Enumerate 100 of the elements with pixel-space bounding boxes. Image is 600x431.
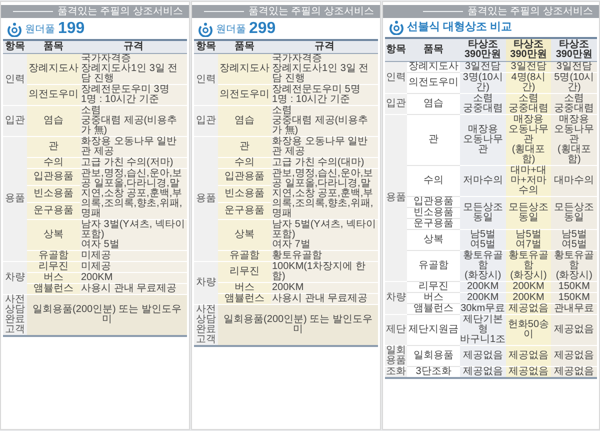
category-cell: 인력 xyxy=(194,54,218,106)
value-cell: 황토유골함 (화장시) xyxy=(506,250,552,282)
column-header: 항목 xyxy=(385,38,407,62)
category-cell: 입관 xyxy=(385,94,407,114)
value-cell: 소렴 궁중대렴 xyxy=(460,94,506,114)
value-cell: 모든상조 동일 xyxy=(506,196,552,230)
value-cell: 관내무료 xyxy=(551,304,597,314)
spec-cell: 소렴 궁중대렴 제공(비용추가 無) xyxy=(80,106,187,136)
item-cell: 염습 xyxy=(27,106,80,136)
column-header: 품목 xyxy=(27,40,80,54)
spec-cell: 소렴 궁중대렴 제공(비용추가 無) xyxy=(271,106,378,136)
value-cell: 매장용 오동나무관 (횡대포함) xyxy=(506,114,552,166)
category-cell: 차량 xyxy=(194,262,218,304)
item-cell: 리무진 xyxy=(218,262,271,282)
value-cell: 150KM xyxy=(551,282,597,292)
category-cell: 차량 xyxy=(385,282,407,314)
value-cell: 남5벌 여5벌 xyxy=(460,230,506,250)
category-cell: 용품 xyxy=(194,136,218,262)
brand-name: 원더풀 xyxy=(25,23,55,37)
page-title: 선불식 대형상조 비교 xyxy=(407,20,512,35)
category-cell: 용품 xyxy=(3,136,27,262)
value-cell: 남5벌 여7벌 xyxy=(506,230,552,250)
value-cell: 제공없음 xyxy=(551,346,597,366)
item-cell: 장례지도사 xyxy=(407,62,460,72)
item-cell: 장례지도사 xyxy=(27,54,80,84)
item-cell: 앰뷸런스 xyxy=(27,284,80,294)
value-cell: 30km무료 xyxy=(460,304,506,314)
spec-cell: 장례전문도우미 3명 1명 : 10시간 기준 xyxy=(80,84,187,106)
value-cell: 200KM xyxy=(460,282,506,292)
value-cell: 제공없음 xyxy=(460,346,506,366)
value-cell: 모든상조 동일 xyxy=(551,196,597,230)
value-cell: 3일전담 xyxy=(506,62,552,72)
spec-cell: 장례전문도우미 5명 1명 : 10시간 기준 xyxy=(271,84,378,106)
value-cell: 제공없음 xyxy=(506,346,552,366)
item-cell: 리무진 xyxy=(27,262,80,272)
item-cell: 제단지원금 xyxy=(407,314,460,346)
category-cell: 일회용품 xyxy=(385,346,407,366)
value-cell: 헌화50송이 xyxy=(506,314,552,346)
item-cell: 상복 xyxy=(407,230,460,250)
spec-cell: 화장용 오동나무 일반관 제공 xyxy=(80,136,187,158)
logo-icon xyxy=(389,20,404,35)
item-cell: 수의 xyxy=(218,158,271,168)
spec-cell: 일회용품(200인분) 또는 발인도우미 xyxy=(218,304,378,346)
value-cell: 소렴 궁중대렴 xyxy=(506,94,552,114)
spec-cell: 관보,명정,습신,운아,보공 일포올,다라니경,말지연,소창 공포,훈백,부의록,조의록,향초,위패,명패 xyxy=(80,168,187,220)
column-header: 타상조 390만원 xyxy=(506,38,552,62)
value-cell: 대마수의 xyxy=(551,166,597,196)
item-cell: 운구용품 xyxy=(407,218,460,230)
item-cell: 버스 xyxy=(27,272,80,284)
spec-cell: 고급 가친 수의(대마) xyxy=(271,158,378,168)
value-cell: 제공없음 xyxy=(506,304,552,314)
item-cell: 관 xyxy=(407,114,460,166)
value-cell: 3명(10시간) xyxy=(460,72,506,94)
item-cell: 상복 xyxy=(27,220,80,250)
value-cell: 소렴 궁중대렴 xyxy=(551,94,597,114)
spec-cell: 관보,명정,습신,운아,보공 일포올,다라니경,말지연,소창 공포,훈백,부의록,조의록,향초,위패,명패 xyxy=(271,168,378,220)
category-cell: 인력 xyxy=(3,54,27,106)
item-cell: 버스 xyxy=(407,292,460,304)
category-cell: 입관 xyxy=(3,106,27,136)
item-cell: 버스 xyxy=(218,282,271,294)
item-cell: 상복 xyxy=(218,220,271,250)
value-cell: 모든상조 동일 xyxy=(460,196,506,230)
category-cell: 인력 xyxy=(385,62,407,94)
category-cell: 조화 xyxy=(385,366,407,378)
spec-cell: 200KM xyxy=(80,272,187,284)
value-cell: 매장용 오동나무관 (횡대포함) xyxy=(551,114,597,166)
banner-text: 품격있는 주필의 상조서비스 xyxy=(467,6,593,18)
spec-cell: 화장용 오동나무 일반관 제공 xyxy=(271,136,378,158)
item-cell: 입관용품 xyxy=(218,168,271,186)
spec-cell: 100KM(1차장지에 한함) xyxy=(271,262,378,282)
brand-name: 원더풀 xyxy=(216,23,246,37)
value-cell: 5명(10시간) xyxy=(551,72,597,94)
spec-cell: 사용시 관내 무료제공 xyxy=(80,284,187,294)
value-cell: 제공없음 xyxy=(460,366,506,378)
spec-cell: 미제공 xyxy=(80,262,187,272)
item-cell: 의전도우미 xyxy=(27,84,80,106)
logo-icon xyxy=(7,22,22,37)
value-cell: 저마수의 xyxy=(460,166,506,196)
banner-text: 품격있는 주필의 상조서비스 xyxy=(248,6,374,18)
value-cell: 황토유골함 (화장시) xyxy=(460,250,506,282)
value-cell: 매장용 오동나무관 xyxy=(460,114,506,166)
value-cell: 3일전담 xyxy=(551,62,597,72)
category-cell: 입관 xyxy=(194,106,218,136)
item-cell: 일회용품 xyxy=(407,346,460,366)
item-cell: 수의 xyxy=(407,166,460,196)
value-cell: 제공없음 xyxy=(551,314,597,346)
spec-cell: 일회용품(200인분) 또는 발인도우미 xyxy=(27,294,187,336)
item-cell: 앰뷸런스 xyxy=(218,294,271,304)
value-cell: 150KM xyxy=(551,292,597,304)
item-cell: 운구용품 xyxy=(218,202,271,220)
item-cell: 빈소용품 xyxy=(407,208,460,218)
column-header: 규격 xyxy=(80,40,187,54)
column-header: 규격 xyxy=(271,40,378,54)
item-cell: 수의 xyxy=(27,158,80,168)
column-header: 타상조 390만원 xyxy=(460,38,506,62)
item-cell: 3단조화 xyxy=(407,366,460,378)
item-cell: 빈소용품 xyxy=(27,186,80,202)
category-cell: 제단 xyxy=(385,314,407,346)
item-cell: 관 xyxy=(27,136,80,158)
item-cell: 입관용품 xyxy=(407,196,460,208)
